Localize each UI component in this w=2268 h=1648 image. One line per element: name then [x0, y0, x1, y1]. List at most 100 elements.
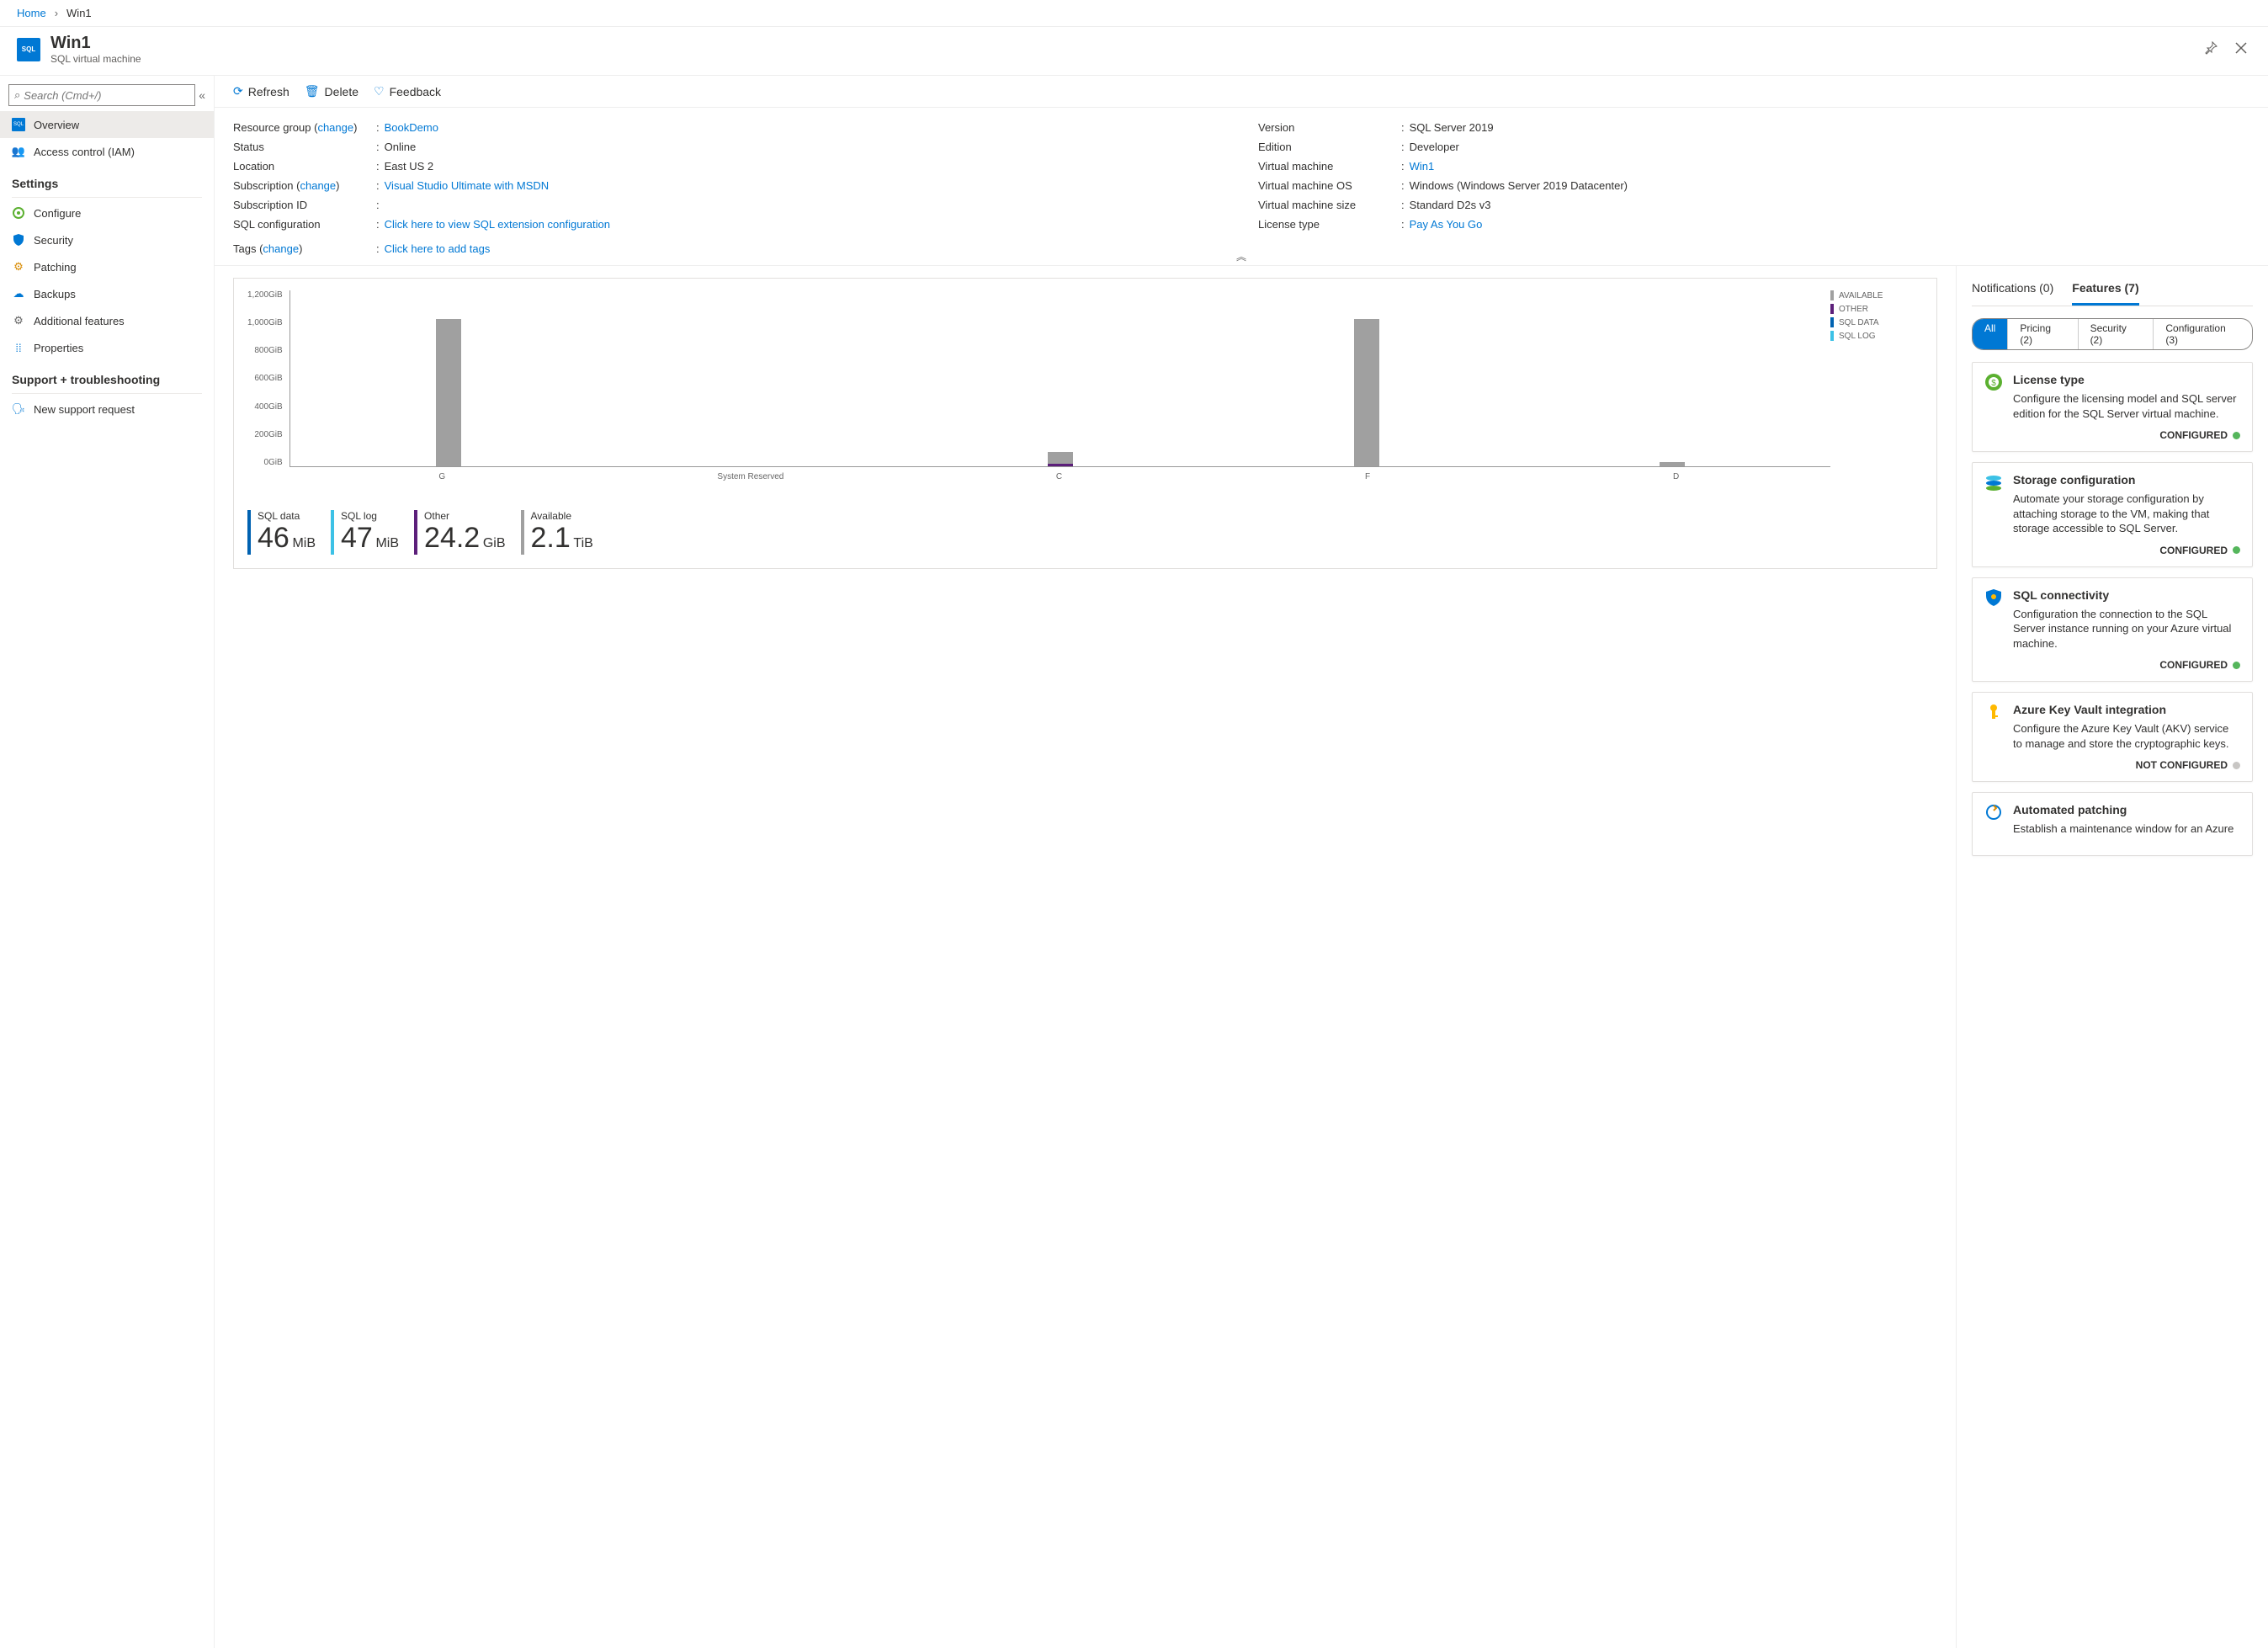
- vm-os-value: Windows (Windows Server 2019 Datacenter): [1410, 179, 1628, 192]
- sidebar-item-support-request[interactable]: 🗣 New support request: [0, 396, 214, 423]
- vm-link[interactable]: Win1: [1410, 160, 1435, 173]
- pill-configuration[interactable]: Configuration (3): [2154, 319, 2252, 349]
- sidebar: ⌕ « SQL Overview 👥 Access control (IAM) …: [0, 76, 215, 1648]
- change-rg-link[interactable]: change: [317, 121, 353, 134]
- edition-value: Developer: [1410, 141, 1459, 153]
- sidebar-item-label: New support request: [34, 403, 135, 416]
- sidebar-item-configure[interactable]: Configure: [0, 199, 214, 226]
- people-icon: 👥: [12, 145, 25, 158]
- pin-button[interactable]: [2201, 38, 2221, 61]
- license-link[interactable]: Pay As You Go: [1410, 218, 1483, 231]
- sidebar-item-iam[interactable]: 👥 Access control (IAM): [0, 138, 214, 165]
- add-tags-link[interactable]: Click here to add tags: [385, 242, 491, 255]
- version-value: SQL Server 2019: [1410, 121, 1494, 134]
- page-subtitle: SQL virtual machine: [50, 53, 141, 65]
- sql-vm-icon: SQL: [17, 38, 40, 61]
- card-description: Establish a maintenance window for an Az…: [2013, 821, 2240, 837]
- change-subscription-link[interactable]: change: [300, 179, 336, 192]
- chart-legend: AVAILABLEOTHERSQL DATASQL LOG: [1830, 290, 1923, 497]
- refresh-icon: ⟳: [233, 84, 243, 98]
- vm-size-value: Standard D2s v3: [1410, 199, 1491, 211]
- page-title: Win1: [50, 34, 141, 53]
- divider: [12, 393, 202, 394]
- refresh-button[interactable]: ⟳ Refresh: [233, 84, 289, 98]
- card-title: Storage configuration: [2013, 473, 2240, 486]
- tab-features[interactable]: Features (7): [2072, 278, 2138, 306]
- dollar-icon: $: [1984, 373, 2003, 391]
- delete-button[interactable]: 🗑 Delete: [305, 84, 359, 98]
- feature-card[interactable]: $ License type Configure the licensing mod…: [1972, 362, 2253, 452]
- chart-x-axis: GSystem ReservedCFD: [247, 472, 1830, 481]
- metric-sql-data: SQL data 46 MiB: [247, 510, 316, 555]
- right-panel: Notifications (0) Features (7) All Prici…: [1957, 266, 2268, 1648]
- card-title: Azure Key Vault integration: [2013, 703, 2240, 716]
- configure-icon: [12, 206, 25, 220]
- pill-pricing[interactable]: Pricing (2): [2008, 319, 2078, 349]
- feature-card[interactable]: Storage configurationAutomate your stora…: [1972, 462, 2253, 567]
- svg-text:$: $: [1991, 379, 1996, 388]
- breadcrumb-home[interactable]: Home: [17, 7, 46, 19]
- card-description: Configure the Azure Key Vault (AKV) serv…: [2013, 721, 2240, 751]
- chevron-right-icon: ›: [55, 7, 58, 19]
- card-status: CONFIGURED: [2013, 659, 2240, 671]
- sidebar-item-security[interactable]: Security: [0, 226, 214, 253]
- sidebar-item-overview[interactable]: SQL Overview: [0, 111, 214, 138]
- card-status: CONFIGURED: [2013, 429, 2240, 441]
- card-title: License type: [2013, 373, 2240, 386]
- collapse-sidebar-button[interactable]: «: [199, 88, 205, 102]
- search-input[interactable]: [24, 89, 189, 102]
- cloud-icon: ☁: [12, 287, 25, 300]
- breadcrumb-current: Win1: [66, 7, 92, 19]
- divider: [12, 197, 202, 198]
- change-tags-link[interactable]: change: [263, 242, 299, 255]
- feature-cards: $ License type Configure the licensing mod…: [1972, 362, 2253, 856]
- status-dot-icon: [2233, 432, 2240, 439]
- chart-y-axis: 1,200GiB1,000GiB800GiB600GiB400GiB200GiB…: [247, 290, 289, 467]
- properties-panel: Resource group (change) :BookDemo Status…: [215, 108, 2268, 266]
- card-description: Configuration the connection to the SQL …: [2013, 607, 2240, 651]
- card-title: SQL connectivity: [2013, 588, 2240, 602]
- sidebar-item-label: Patching: [34, 261, 77, 274]
- feature-card[interactable]: SQL connectivity Configuration the connec…: [1972, 577, 2253, 683]
- sidebar-item-label: Configure: [34, 207, 81, 220]
- location-value: East US 2: [385, 160, 434, 173]
- pill-all[interactable]: All: [1973, 319, 2008, 349]
- status-dot-icon: [2233, 546, 2240, 554]
- support-icon: 🗣: [12, 402, 25, 416]
- patch-icon: [1984, 803, 2003, 821]
- chart-bars: [289, 290, 1830, 467]
- feedback-button[interactable]: ♡ Feedback: [374, 84, 441, 98]
- sliders-icon: ⁞⁞: [12, 341, 25, 354]
- sidebar-item-additional[interactable]: ⚙ Additional features: [0, 307, 214, 334]
- sidebar-item-label: Backups: [34, 288, 76, 300]
- search-input-wrapper[interactable]: ⌕: [8, 84, 195, 106]
- resource-group-link[interactable]: BookDemo: [385, 121, 438, 134]
- tab-notifications[interactable]: Notifications (0): [1972, 278, 2053, 306]
- sidebar-item-label: Properties: [34, 342, 83, 354]
- subscription-link[interactable]: Visual Studio Ultimate with MSDN: [385, 179, 550, 192]
- status-dot-icon: [2233, 662, 2240, 669]
- toolbar-label: Refresh: [248, 85, 289, 98]
- feature-card[interactable]: Azure Key Vault integration Configure the…: [1972, 692, 2253, 782]
- sidebar-item-patching[interactable]: ⚙ Patching: [0, 253, 214, 280]
- feature-card[interactable]: Automated patchingEstablish a maintenanc…: [1972, 792, 2253, 856]
- card-status: NOT CONFIGURED: [2013, 759, 2240, 771]
- pill-security[interactable]: Security (2): [2079, 319, 2154, 349]
- sidebar-item-label: Additional features: [34, 315, 125, 327]
- status-dot-icon: [2233, 762, 2240, 769]
- shield-icon: [1984, 588, 2003, 607]
- card-status: CONFIGURED: [2013, 545, 2240, 556]
- sidebar-item-backups[interactable]: ☁ Backups: [0, 280, 214, 307]
- card-description: Configure the licensing model and SQL se…: [2013, 391, 2240, 421]
- close-button[interactable]: [2231, 38, 2251, 61]
- key-icon: [1984, 703, 2003, 721]
- sidebar-item-label: Access control (IAM): [34, 146, 135, 158]
- sql-config-link[interactable]: Click here to view SQL extension configu…: [385, 218, 610, 231]
- shield-icon: [12, 233, 25, 247]
- sql-icon: SQL: [12, 118, 25, 131]
- metric-available: Available 2.1 TiB: [521, 510, 593, 555]
- metric-other: Other 24.2 GiB: [414, 510, 505, 555]
- sidebar-item-properties[interactable]: ⁞⁞ Properties: [0, 334, 214, 361]
- collapse-props-button[interactable]: ︽: [1236, 249, 1246, 263]
- page-header: SQL Win1 SQL virtual machine: [0, 27, 2268, 76]
